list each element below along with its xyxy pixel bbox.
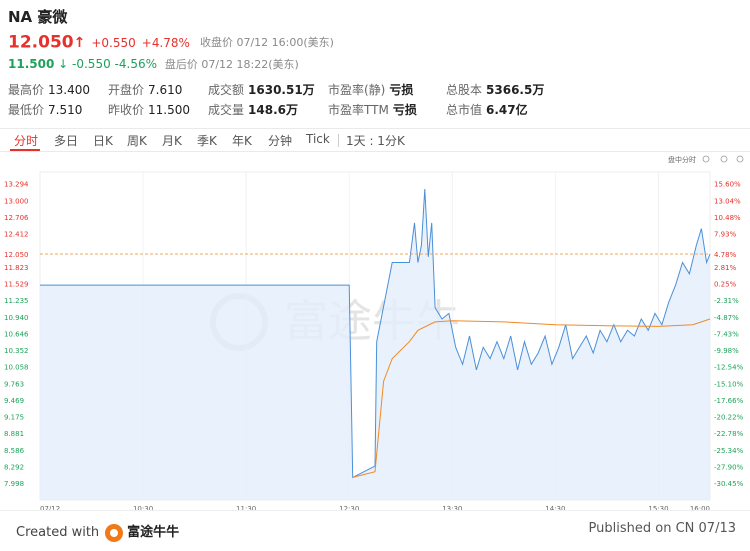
tab-intraday[interactable]: 分时 <box>14 132 38 149</box>
y-tick-label-right: -17.66% <box>714 397 744 405</box>
intraday-chart: 盘中分时 富途牛牛 13.294 15.60%13.000 13.04%12.706… <box>4 155 744 510</box>
y-tick-label-right: -4.87% <box>714 314 739 322</box>
y-tick-label-left: 9.175 <box>4 414 24 422</box>
y-tick-label-left: 10.940 <box>4 314 29 322</box>
tab-minute[interactable]: 分钟 <box>268 132 292 149</box>
y-tick-label-right: 15.60% <box>714 181 741 189</box>
y-tick-label-right: -15.10% <box>714 380 744 388</box>
zoom-out-icon[interactable] <box>720 155 728 163</box>
after-change-pct: -4.56% <box>114 57 157 71</box>
y-tick-label-left: 12.706 <box>4 214 29 222</box>
stats-grid: 最高价 13.400 开盘价 7.610 成交额 1630.51万 市盈率(静) 亏损 总股本 5… <box>8 80 742 120</box>
stat-market-cap: 总市值 6.47亿 <box>446 103 528 117</box>
stat-shares: 总股本 5366.5万 <box>446 83 545 97</box>
chart-menu-label[interactable]: 盘中分时 <box>668 155 696 164</box>
stat-pe-static: 市盈率(静) 亏损 <box>328 83 414 97</box>
tab-multiday[interactable]: 多日 <box>54 132 78 149</box>
down-arrow-icon: ↓ <box>58 57 69 71</box>
tab-yearly-k[interactable]: 年K <box>232 132 252 149</box>
y-tick-label-left: 11.529 <box>4 280 29 288</box>
zoom-in-icon[interactable] <box>702 155 710 163</box>
range-selector[interactable]: 1天 : 1分K <box>346 132 405 149</box>
y-tick-label-left: 13.294 <box>4 181 29 189</box>
stats-row: 最高价 13.400 开盘价 7.610 成交额 1630.51万 市盈率(静) 亏损 总股本 5… <box>8 80 742 100</box>
y-tick-label-right: -12.54% <box>714 364 744 372</box>
y-tick-label-left: 11.823 <box>4 264 29 272</box>
y-tick-label-right: -7.43% <box>714 330 739 338</box>
y-tick-label-left: 9.469 <box>4 397 24 405</box>
tab-weekly-k[interactable]: 周K <box>127 132 147 149</box>
y-tick-label-right: 2.81% <box>714 264 737 272</box>
y-tick-label-left: 8.292 <box>4 464 24 472</box>
y-tick-label-right: -9.98% <box>714 347 739 355</box>
y-tick-label-right: 13.04% <box>714 197 741 205</box>
created-with-text: Created with <box>16 525 100 540</box>
chart-tabs: 分时 多日 日K 周K 月K 季K 年K 分钟 Tick 1天 : 1分K <box>0 128 750 152</box>
y-tick-label-left: 9.763 <box>4 380 24 388</box>
y-tick-label-right: 0.25% <box>714 280 737 288</box>
y-tick-label-right: -22.78% <box>714 430 744 438</box>
stat-volume: 成交量 148.6万 <box>208 103 298 117</box>
after-change: -0.550 <box>72 57 111 71</box>
y-tick-label-left: 10.352 <box>4 347 29 355</box>
y-tick-label-left: 8.586 <box>4 447 25 455</box>
tab-daily-k[interactable]: 日K <box>93 132 113 149</box>
tab-quarterly-k[interactable]: 季K <box>197 132 217 149</box>
y-tick-label-left: 12.412 <box>4 231 29 239</box>
brand-name: 富途牛牛 <box>127 525 180 540</box>
footer: Created with 富途牛牛 Published on CN 07/13 <box>0 510 750 551</box>
stat-turnover: 成交额 1630.51万 <box>208 83 315 97</box>
price-change: +0.550 <box>91 35 136 50</box>
up-arrow-icon: ↑ <box>73 34 86 51</box>
stats-row: 最低价 7.510 昨收价 11.500 成交量 148.6万 市盈率TTM 亏损 总市值 6.4… <box>8 100 742 120</box>
y-tick-label-left: 12.050 <box>4 251 29 259</box>
after-time-label: 盘后价 07/12 18:22(美东) <box>164 57 299 71</box>
price-row: 12.050↑ +0.550 +4.78% 收盘价 07/12 16:00(美东) <box>8 32 742 53</box>
after-hours-row: 11.500 ↓ -0.550 -4.56% 盘后价 07/12 18:22(美… <box>8 55 742 73</box>
quote-header: NA 豪微 12.050↑ +0.550 +4.78% 收盘价 07/12 16:00… <box>8 6 742 73</box>
price-change-pct: +4.78% <box>141 35 190 50</box>
brand-logo-icon <box>105 523 124 542</box>
y-tick-label-right: -25.34% <box>714 447 744 455</box>
tab-separator <box>338 134 339 147</box>
stat-low: 最低价 7.510 <box>8 103 83 117</box>
created-with: Created with 富途牛牛 <box>16 521 179 542</box>
published-date: Published on CN 07/13 <box>588 521 736 536</box>
y-tick-label-left: 7.998 <box>4 480 24 488</box>
close-time-label: 收盘价 07/12 16:00(美东) <box>199 35 334 49</box>
y-tick-label-left: 8.881 <box>4 430 24 438</box>
y-tick-label-right: -2.31% <box>714 297 739 305</box>
stat-prev-close: 昨收价 11.500 <box>108 103 191 117</box>
y-tick-label-right: -27.90% <box>714 464 744 472</box>
reset-icon[interactable] <box>736 155 744 163</box>
y-tick-label-right: -20.22% <box>714 414 744 422</box>
stat-open: 开盘价 7.610 <box>108 83 183 97</box>
y-tick-label-right: 10.48% <box>714 214 741 222</box>
y-tick-label-right: 4.78% <box>714 251 737 259</box>
y-tick-label-left: 10.058 <box>4 364 29 372</box>
after-price: 11.500 <box>8 57 55 71</box>
tab-monthly-k[interactable]: 月K <box>162 132 182 149</box>
stat-pe-ttm: 市盈率TTM 亏损 <box>328 103 417 117</box>
y-tick-label-left: 11.235 <box>4 297 29 305</box>
y-tick-label-right: 7.93% <box>714 231 737 239</box>
stat-high: 最高价 13.400 <box>8 83 91 97</box>
y-tick-label-left: 13.000 <box>4 197 29 205</box>
y-tick-label-left: 10.646 <box>4 330 29 338</box>
last-price: 12.050 <box>8 32 74 53</box>
y-tick-label-right: -30.45% <box>714 480 744 488</box>
tab-tick[interactable]: Tick <box>306 132 330 146</box>
chart-toolbar-icons <box>702 155 744 163</box>
stock-title: NA 豪微 <box>8 8 68 26</box>
